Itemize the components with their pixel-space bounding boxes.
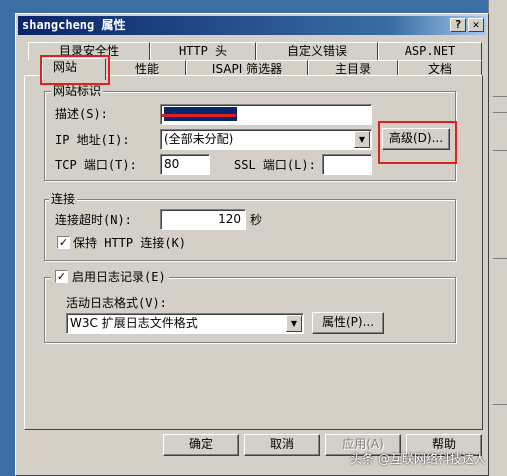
title-bar: shangcheng 属性 ? ✕	[18, 16, 486, 35]
ip-address-select[interactable]: (全部未分配) ▼	[160, 129, 372, 150]
bg-divider	[493, 150, 507, 151]
watermark-text: 头条 @互联网络科技达人	[350, 452, 486, 466]
bg-divider	[493, 96, 507, 97]
tab-aspnet[interactable]: ASP.NET	[378, 42, 482, 60]
log-format-value: W3C 扩展日志文件格式	[70, 316, 198, 330]
connection-legend: 连接	[49, 192, 78, 206]
redaction-mark	[162, 114, 236, 117]
cancel-button[interactable]: 取消	[244, 434, 320, 456]
help-title-button[interactable]: ?	[450, 18, 466, 32]
bg-divider	[493, 258, 507, 259]
timeout-input[interactable]: 120	[160, 209, 246, 230]
timeout-label: 连接超时(N):	[55, 213, 132, 227]
ip-address-label: IP 地址(I):	[55, 133, 130, 147]
keepalive-checkbox[interactable]: ✓	[57, 236, 70, 249]
ip-address-value: (全部未分配)	[164, 132, 234, 146]
tab-http-headers[interactable]: HTTP 头	[150, 42, 256, 60]
bg-divider	[493, 404, 507, 405]
connection-group: 连接	[44, 192, 456, 261]
chevron-down-icon[interactable]: ▼	[286, 315, 302, 332]
background-window-edge	[488, 0, 507, 476]
tcp-port-input[interactable]: 80	[160, 154, 210, 175]
chevron-down-icon[interactable]: ▼	[354, 131, 370, 148]
window-title: shangcheng 属性	[22, 18, 126, 32]
ok-button[interactable]: 确定	[163, 434, 239, 456]
tcp-port-label: TCP 端口(T):	[55, 158, 137, 172]
keepalive-label: 保持 HTTP 连接(K)	[73, 236, 187, 250]
close-icon[interactable]: ✕	[468, 18, 484, 32]
timeout-unit: 秒	[250, 213, 263, 227]
ssl-port-label: SSL 端口(L):	[234, 158, 316, 172]
enable-logging-checkbox[interactable]: ✓	[55, 270, 68, 283]
site-identification-legend: 网站标识	[51, 84, 104, 98]
log-properties-button[interactable]: 属性(P)...	[312, 312, 384, 334]
enable-logging-label: 启用日志记录(E)	[72, 270, 166, 284]
log-format-select[interactable]: W3C 扩展日志文件格式 ▼	[66, 313, 304, 334]
advanced-highlight-box	[378, 121, 457, 164]
tab-website[interactable]: 网站	[42, 58, 106, 80]
description-label: 描述(S):	[55, 107, 108, 121]
tab-custom-errors[interactable]: 自定义错误	[256, 42, 378, 60]
log-format-label: 活动日志格式(V):	[66, 296, 167, 310]
bg-divider	[493, 112, 507, 113]
ssl-port-input[interactable]	[322, 154, 372, 175]
